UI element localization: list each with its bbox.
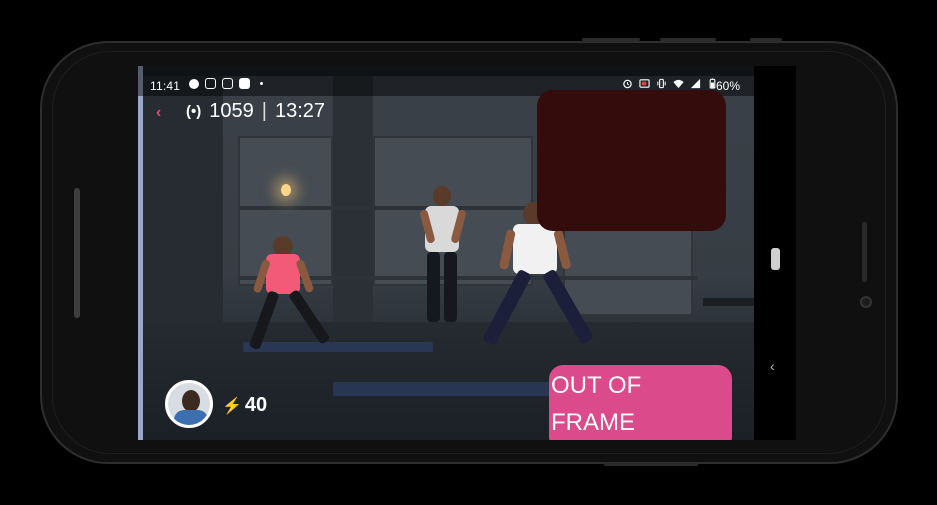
trainer-left [243,236,353,366]
live-session-info: (•) 1059 | 13:27 [156,100,325,123]
signal-icon [690,78,701,89]
session-timer: 13:27 [274,100,326,122]
device-screen: ‹ 11:41 60% ‹ (•) 1059 | 13:27 ⚡ 40 OUT … [138,66,796,440]
out-of-frame-badge: OUT OF FRAME [549,365,732,440]
avatar[interactable] [165,380,213,428]
instagram-icon [222,78,233,89]
nav-back-icon[interactable]: ‹ [770,358,775,374]
volume-button [582,38,640,41]
wifi-icon [673,79,684,89]
energy-points: ⚡ 40 [222,394,267,417]
trainer-center [413,186,473,346]
photos-icon [239,78,250,89]
live-broadcast-icon: (•) [186,103,202,120]
separator: | [261,100,267,122]
lightning-bolt-icon: ⚡ [222,397,242,415]
energy-points-value: 40 [244,394,268,416]
more-notifications-icon [260,82,263,85]
self-camera-preview[interactable] [537,90,726,231]
notification-icons [189,78,263,89]
viewer-count: 1059 [209,100,254,122]
badge-line-2: FRAME [551,409,635,436]
hardware-button [604,463,698,466]
chat-bubble-icon [189,78,199,89]
system-icons [622,78,718,89]
speaker-grille [74,188,80,318]
bench [703,298,754,306]
instagram-icon [205,78,216,89]
vibrate-icon [657,78,666,89]
exercise-mat [333,382,563,396]
badge-line-1: OUT OF [551,372,642,399]
cast-icon [639,79,650,88]
alarm-icon [623,79,632,89]
sensor-slot [862,222,867,282]
battery-level: 60% [716,79,741,93]
volume-button [660,38,716,41]
camera-icon [860,296,872,308]
wall-lamp [281,184,291,196]
status-time: 11:41 [150,79,181,93]
power-button [750,38,782,41]
scroll-handle[interactable] [771,248,780,270]
